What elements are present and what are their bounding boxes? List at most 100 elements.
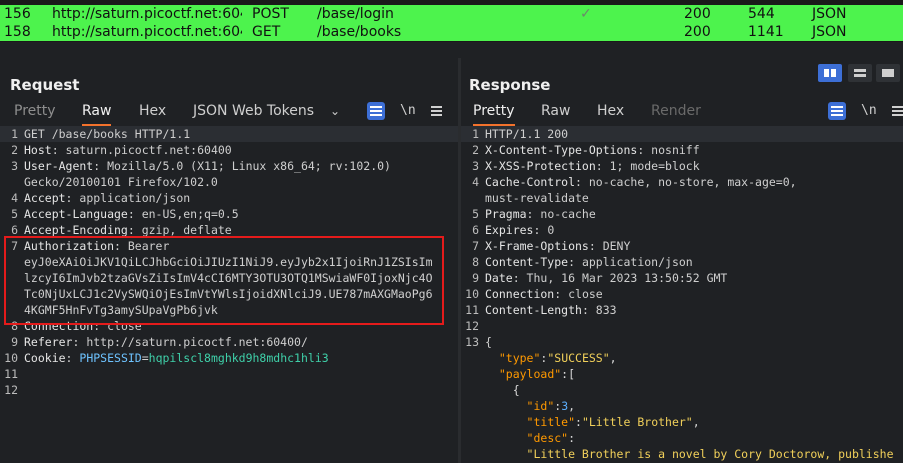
line-number: 12 [4, 383, 18, 397]
line-content: HTTP/1.1 200 [485, 126, 903, 142]
code-line: 5 Pragma: no-cache [461, 206, 903, 222]
header-name: Cookie [24, 351, 66, 365]
line-content: Accept-Language: en-US,en;q=0.5 [24, 206, 458, 222]
tab-raw[interactable]: Raw [541, 102, 570, 124]
word-wrap-icon[interactable] [828, 102, 846, 120]
newline-toggle[interactable]: \n [861, 102, 879, 120]
header-value: : no-cache, no-store, max-age=0, [575, 175, 797, 189]
authorization-highlight-box [4, 236, 444, 325]
layout-stacked-icon[interactable] [848, 64, 872, 82]
tab-pretty[interactable]: Pretty [14, 102, 56, 124]
line-number: 1 [472, 127, 479, 141]
line-number: 12 [465, 319, 479, 333]
json-key: "desc" [526, 431, 569, 445]
menu-icon[interactable] [889, 102, 903, 120]
line-content: "type":"SUCCESS", [485, 350, 903, 366]
cookie-equals: = [141, 351, 149, 365]
tab-hex[interactable]: Hex [139, 102, 166, 124]
chevron-down-icon[interactable]: ⌄ [330, 102, 344, 120]
header-value: : close [554, 287, 603, 301]
code-line: 7 X-Frame-Options: DENY [461, 238, 903, 254]
header-value: : 1; mode=block [595, 159, 700, 173]
line-content: Pragma: no-cache [485, 206, 903, 222]
json-colon: : [575, 415, 582, 429]
line-content: Cache-Control: no-cache, no-store, max-a… [485, 174, 903, 190]
line-content: Referer: http://saturn.picoctf.net:60400… [24, 334, 458, 350]
json-key: "type" [498, 351, 541, 365]
header-value: : nosniff [637, 143, 700, 157]
tab-pretty[interactable]: Pretty [473, 102, 515, 126]
line-content: X-Frame-Options: DENY [485, 238, 903, 254]
response-editor[interactable]: 1 HTTP/1.1 200 2 X-Content-Type-Options: no… [461, 126, 903, 463]
line-number: 3 [11, 159, 18, 173]
line-number: 1 [11, 127, 18, 141]
json-key: "id" [526, 399, 555, 413]
line-content: Connection: close [485, 286, 903, 302]
line-content: Gecko/20100101 Firefox/102.0 [24, 174, 458, 190]
line-number: 3 [472, 159, 479, 173]
response-panel: Response Pretty Raw Hex Render \n 1 HTTP/… [461, 58, 903, 463]
header-value: : 833 [581, 303, 617, 317]
header-name: X-Content-Type-Options [485, 143, 638, 157]
line-content: X-Content-Type-Options: nosniff [485, 142, 903, 158]
line-number: 13 [465, 335, 479, 349]
layout-side-by-side-icon[interactable] [818, 64, 842, 82]
history-mime: JSON [812, 6, 847, 22]
code-line: 2 Host: saturn.picoctf.net:60400 [0, 142, 458, 158]
json-punctuation: , [692, 415, 700, 429]
tab-hex[interactable]: Hex [597, 102, 624, 124]
cookie-name: PHPSESSID [79, 351, 142, 365]
line-number: 5 [472, 207, 479, 221]
code-line: 2 X-Content-Type-Options: nosniff [461, 142, 903, 158]
json-punctuation: [ [568, 367, 576, 381]
layout-single-icon[interactable] [876, 64, 900, 82]
line-content: User-Agent: Mozilla/5.0 (X11; Linux x86_… [24, 158, 458, 174]
json-punctuation: , [568, 399, 576, 413]
proxy-history-table: 156 http://saturn.picoctf.net:604... POS… [0, 0, 903, 42]
header-value: { [485, 335, 492, 349]
newline-toggle[interactable]: \n [400, 102, 418, 120]
history-row-156[interactable]: 156 http://saturn.picoctf.net:604... POS… [0, 5, 903, 23]
code-line: 11 [0, 366, 458, 382]
line-number: 8 [472, 255, 479, 269]
header-name: Host [24, 143, 52, 157]
json-line: { [461, 382, 903, 398]
tab-json-web-tokens[interactable]: JSON Web Tokens [193, 102, 314, 124]
history-url: http://saturn.picoctf.net:604... [52, 6, 242, 22]
header-name: Cache-Control [485, 175, 576, 189]
line-number: 10 [465, 287, 479, 301]
menu-icon[interactable] [428, 102, 446, 120]
code-line: 12 [0, 382, 458, 398]
json-key: "payload" [498, 367, 562, 381]
header-value: : gzip, deflate [127, 223, 232, 237]
line-number: 9 [11, 335, 18, 349]
header-value: : no-cache [526, 207, 596, 221]
header-name: Date [485, 271, 513, 285]
header-value: : [65, 351, 80, 365]
line-content: Cookie: PHPSESSID=hqpilscl8mghkd9h8mdhc1… [24, 350, 458, 366]
header-value: : saturn.picoctf.net:60400 [51, 143, 232, 157]
code-line: 5 Accept-Language: en-US,en;q=0.5 [0, 206, 458, 222]
history-path: /base/login [317, 6, 394, 22]
line-content: "payload":[ [485, 366, 903, 382]
history-row-158[interactable]: 158 http://saturn.picoctf.net:604... GET… [0, 23, 903, 41]
line-number: 4 [472, 175, 479, 189]
code-line: 9 Referer: http://saturn.picoctf.net:6040… [0, 334, 458, 350]
tab-raw[interactable]: Raw [82, 102, 112, 126]
history-status: 200 [684, 6, 711, 22]
word-wrap-icon[interactable] [367, 102, 385, 120]
tab-render[interactable]: Render [651, 102, 701, 124]
line-content: "id":3, [485, 398, 903, 414]
line-number: 5 [11, 207, 18, 221]
code-line: 4 Accept: application/json [0, 190, 458, 206]
header-name: Pragma [485, 207, 527, 221]
code-line: 4 Cache-Control: no-cache, no-store, max-… [461, 174, 903, 190]
json-line: "id":3, [461, 398, 903, 414]
code-line: Gecko/20100101 Firefox/102.0 [0, 174, 458, 190]
line-content: Content-Type: application/json [485, 254, 903, 270]
line-number: 6 [472, 223, 479, 237]
history-length: 1141 [748, 24, 784, 40]
